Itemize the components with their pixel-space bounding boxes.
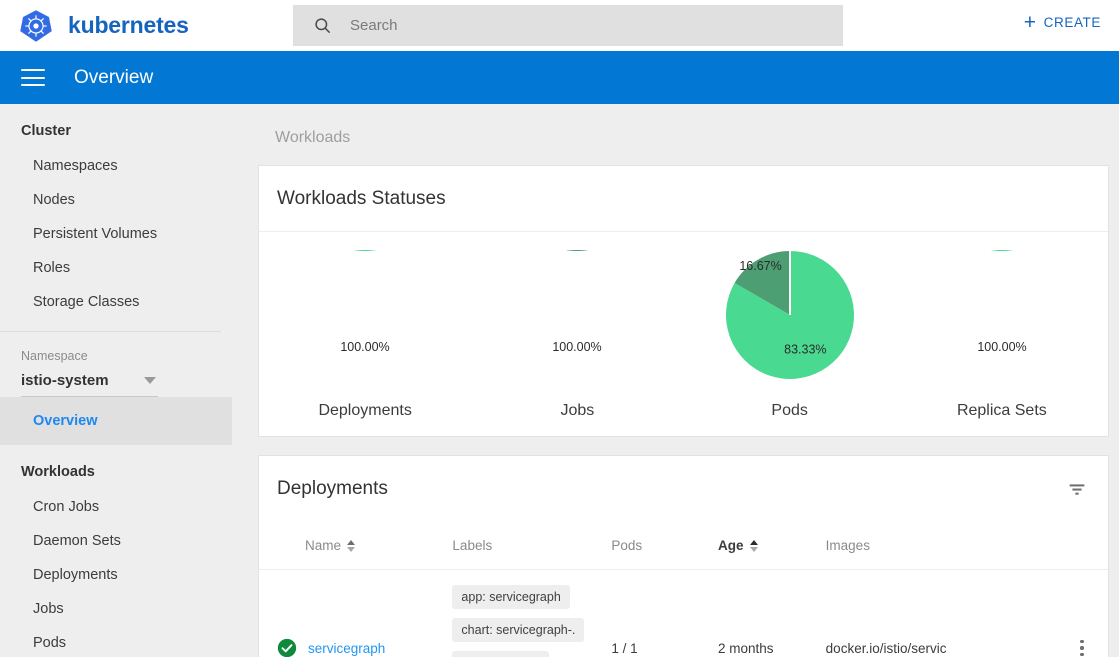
resource-link-servicegraph[interactable]: servicegraph [308, 641, 385, 656]
column-header-images-label: Images [826, 538, 870, 553]
column-header-pods-label: Pods [611, 538, 642, 553]
sidebar: Cluster Namespaces Nodes Persistent Volu… [0, 104, 232, 657]
pie-chart-pods: 16.67% 83.33% Pods [684, 250, 896, 420]
deployments-card-title: Deployments [259, 456, 388, 521]
pie-chart-jobs: 100.00% Jobs [471, 250, 683, 420]
pie-slice-percentage: 100.00% [340, 340, 389, 354]
image-name: docker.io/istio/servic [826, 641, 976, 656]
brand-name: kubernetes [68, 12, 189, 39]
pie-chart-label: Deployments [318, 402, 411, 420]
sidebar-item-nodes[interactable]: Nodes [0, 183, 232, 217]
label-chip[interactable]: heritage: Tiller [452, 651, 549, 657]
pie-svg: 100.00% [937, 250, 1067, 380]
sidebar-item-daemon-sets[interactable]: Daemon Sets [0, 524, 232, 558]
column-header-labels: Labels [452, 521, 611, 570]
table-header-row: Name Labels Pods Age [259, 521, 1108, 570]
sidebar-item-overview-label: Overview [0, 404, 232, 438]
page-title: Overview [74, 67, 153, 89]
sort-arrows-icon [347, 540, 355, 552]
deployments-table-body: servicegraph app: servicegraph chart: se… [259, 570, 1108, 657]
create-button[interactable]: + CREATE [1024, 12, 1101, 33]
sidebar-heading-workloads: Workloads [0, 445, 232, 490]
column-header-labels-label: Labels [452, 538, 492, 553]
column-header-age-label: Age [718, 538, 744, 553]
sidebar-item-pods[interactable]: Pods [0, 626, 232, 657]
column-header-name[interactable]: Name [259, 521, 452, 570]
cell-age: 2 months [718, 570, 826, 657]
sidebar-item-deployments[interactable]: Deployments [0, 558, 232, 592]
sidebar-item-overview[interactable]: Overview [0, 397, 232, 445]
cell-labels: app: servicegraph chart: servicegraph-. … [452, 570, 611, 657]
pie-slice-percentage: 16.67% [739, 259, 781, 273]
pie-slice-percentage: 100.00% [553, 340, 602, 354]
deployments-card: Deployments Name [258, 455, 1109, 657]
pie-slice-running [938, 250, 1066, 251]
pie-slice-running [301, 250, 429, 251]
kebab-menu-icon[interactable] [1056, 640, 1108, 657]
namespace-selected-value: istio-system [21, 372, 109, 389]
kubernetes-helm-logo-icon [18, 8, 54, 44]
sidebar-item-namespaces[interactable]: Namespaces [0, 149, 232, 183]
pie-chart-label: Jobs [560, 402, 594, 420]
cell-pods: 1 / 1 [611, 570, 718, 657]
label-chip[interactable]: app: servicegraph [452, 585, 569, 609]
table-row[interactable]: servicegraph app: servicegraph chart: se… [259, 570, 1108, 657]
workloads-statuses-title: Workloads Statuses [259, 166, 1108, 232]
sidebar-item-roles[interactable]: Roles [0, 251, 232, 285]
pie-svg: 16.67% 83.33% [725, 250, 855, 380]
pie-slice-succeeded [513, 250, 641, 251]
brand[interactable]: kubernetes [0, 8, 272, 44]
pie-chart-label: Replica Sets [957, 402, 1047, 420]
sidebar-item-cron-jobs[interactable]: Cron Jobs [0, 490, 232, 524]
label-chip[interactable]: chart: servicegraph-. [452, 618, 584, 642]
sidebar-item-jobs[interactable]: Jobs [0, 592, 232, 626]
cell-images: docker.io/istio/servic [826, 570, 1056, 657]
sidebar-heading-cluster: Cluster [0, 104, 232, 149]
pie-slice-percentage: 100.00% [977, 340, 1026, 354]
search-icon [313, 16, 332, 35]
namespace-label: Namespace [0, 332, 232, 363]
kubernetes-dashboard: kubernetes + CREATE Overview Cluster Nam… [0, 0, 1119, 657]
namespace-select[interactable]: istio-system [21, 372, 158, 397]
cell-name: servicegraph [259, 570, 452, 657]
pie-chart-replica-sets: 100.00% Replica Sets [896, 250, 1108, 420]
top-bar: kubernetes + CREATE [0, 0, 1119, 51]
create-button-label: CREATE [1044, 15, 1101, 30]
pie-svg: 100.00% [512, 250, 642, 380]
column-header-images: Images [826, 521, 1056, 570]
sidebar-item-storage-classes[interactable]: Storage Classes [0, 285, 232, 319]
deployments-table-header: Name Labels Pods Age [259, 521, 1108, 570]
toolbar: Overview [0, 51, 1119, 104]
column-header-actions [1056, 521, 1108, 570]
deployments-table: Name Labels Pods Age [259, 521, 1108, 657]
column-header-age[interactable]: Age [718, 521, 826, 570]
plus-icon: + [1024, 12, 1037, 33]
cell-actions [1056, 570, 1108, 657]
pie-svg: 100.00% [300, 250, 430, 380]
success-check-icon [277, 638, 297, 657]
content-area: Workloads Workloads Statuses 100.00% Depl… [232, 104, 1119, 657]
column-header-name-label: Name [305, 538, 341, 553]
search-box[interactable] [293, 5, 843, 46]
sort-arrows-icon [750, 540, 758, 552]
workloads-statuses-card: Workloads Statuses 100.00%Deployments100… [258, 165, 1109, 437]
hamburger-menu-icon[interactable] [21, 69, 45, 86]
pie-slice-percentage: 83.33% [784, 342, 826, 356]
chevron-down-icon [144, 377, 156, 384]
column-header-pods: Pods [611, 521, 718, 570]
breadcrumb: Workloads [232, 104, 1119, 147]
pie-chart-label: Pods [771, 402, 807, 420]
sidebar-item-persistent-volumes[interactable]: Persistent Volumes [0, 217, 232, 251]
filter-icon[interactable] [1066, 478, 1088, 500]
pie-chart-deployments: 100.00% Deployments [259, 250, 471, 420]
search-input[interactable] [350, 11, 780, 41]
label-chip-list: app: servicegraph chart: servicegraph-. … [452, 570, 611, 657]
pie-chart-group: 100.00% Deployments 100.00% Jobs 16.67% 83.33… [259, 232, 1108, 436]
